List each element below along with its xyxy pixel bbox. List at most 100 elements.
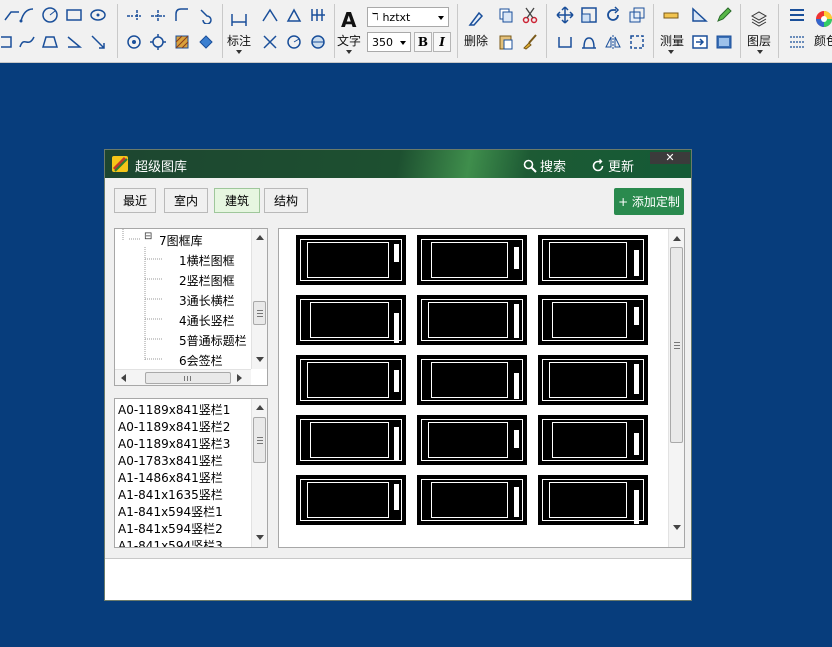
stretch-icon[interactable]: [555, 32, 575, 52]
break-icon[interactable]: [196, 5, 216, 25]
tab-interior[interactable]: 室内: [164, 188, 208, 213]
explode-icon[interactable]: [627, 32, 647, 52]
dialog-titlebar[interactable]: 超级图库 搜索 更新 ✕: [105, 150, 691, 178]
diameter-dim-icon[interactable]: [308, 32, 328, 52]
offset-icon[interactable]: [579, 32, 599, 52]
brush-icon[interactable]: [520, 32, 540, 52]
text-label[interactable]: 文字: [337, 32, 361, 49]
pencil-icon[interactable]: [714, 5, 734, 25]
list-item[interactable]: A1-841x1635竖栏: [118, 486, 223, 503]
angle-dim-icon[interactable]: [260, 5, 280, 25]
tree-item[interactable]: 5普通标题栏: [179, 332, 247, 349]
spline-icon[interactable]: [17, 32, 37, 52]
frame-thumbnail[interactable]: [417, 355, 527, 405]
diagonal-arrow-icon[interactable]: [88, 32, 108, 52]
dimension-icon[interactable]: [229, 9, 249, 29]
frame-thumbnail[interactable]: [417, 235, 527, 285]
frame-thumbnail[interactable]: [296, 415, 406, 465]
screen-icon[interactable]: [714, 32, 734, 52]
scroll-up-icon[interactable]: [256, 235, 264, 240]
rotate-icon[interactable]: [603, 5, 623, 25]
category-tree[interactable]: ⊟ 7图框库 1横栏图框 2竖栏图框 3通长横栏 4通长竖栏 5普通标题栏 6会…: [114, 228, 268, 386]
frame-thumbnail[interactable]: [538, 415, 648, 465]
scroll-down-icon[interactable]: [256, 535, 264, 540]
measure-label[interactable]: 测量: [660, 32, 684, 49]
triangle-dim-icon[interactable]: [284, 5, 304, 25]
frame-gallery[interactable]: [278, 228, 685, 548]
trapezoid-icon[interactable]: [40, 32, 60, 52]
circle-icon[interactable]: [40, 5, 60, 25]
list-item[interactable]: A1-841x594竖栏1: [118, 503, 223, 520]
scroll-down-icon[interactable]: [673, 525, 681, 530]
tree-item[interactable]: 2竖栏图框: [179, 272, 235, 289]
gallery-vscroll-thumb[interactable]: [670, 247, 683, 443]
arc-icon[interactable]: [17, 5, 37, 25]
frame-list[interactable]: A0-1189x841竖栏1 A0-1189x841竖栏2 A0-1189x84…: [114, 398, 268, 548]
frame-thumbnail[interactable]: [538, 295, 648, 345]
scroll-up-icon[interactable]: [673, 236, 681, 241]
list-vscrollbar[interactable]: [251, 399, 267, 547]
tree-item[interactable]: 6会签栏: [179, 352, 223, 369]
tree-item-frame-library[interactable]: 7图框库: [159, 232, 203, 249]
extend-icon[interactable]: [124, 5, 144, 25]
frame-thumbnail[interactable]: [538, 355, 648, 405]
list-item[interactable]: A0-1189x841竖栏3: [118, 435, 230, 452]
list-item[interactable]: A0-1783x841竖栏: [118, 452, 223, 469]
export-icon[interactable]: [690, 32, 710, 52]
scroll-up-icon[interactable]: [256, 405, 264, 410]
list-item[interactable]: A1-841x594竖栏2: [118, 520, 223, 537]
tree-expander-icon[interactable]: ⊟: [144, 231, 152, 242]
array-icon[interactable]: [627, 5, 647, 25]
tree-hscrollbar[interactable]: [115, 369, 251, 385]
trim-icon[interactable]: [148, 5, 168, 25]
tree-hscroll-thumb[interactable]: [145, 372, 231, 384]
list-item[interactable]: A1-1486x841竖栏: [118, 469, 223, 486]
tab-structure[interactable]: 结构: [264, 188, 308, 213]
frame-thumbnail[interactable]: [417, 415, 527, 465]
annotate-label[interactable]: 标注: [227, 32, 251, 49]
fill-bucket-icon[interactable]: [196, 32, 216, 52]
tree-item[interactable]: 4通长竖栏: [179, 312, 235, 329]
frame-thumbnail[interactable]: [538, 235, 648, 285]
tree-vscrollbar[interactable]: [251, 229, 267, 369]
scissors-icon[interactable]: [520, 5, 540, 25]
frame-thumbnail[interactable]: [296, 475, 406, 525]
frame-thumbnail[interactable]: [296, 235, 406, 285]
mirror-icon[interactable]: [603, 32, 623, 52]
cross-dim-icon[interactable]: [260, 32, 280, 52]
frame-thumbnail[interactable]: [417, 475, 527, 525]
update-button[interactable]: 更新: [591, 156, 634, 175]
tab-recent[interactable]: 最近: [114, 188, 156, 213]
bracket-icon[interactable]: [0, 32, 16, 52]
frame-thumbnail[interactable]: [296, 295, 406, 345]
add-custom-button[interactable]: + 添加定制: [614, 188, 684, 215]
font-name-select[interactable]: ℸ hztxt: [367, 7, 449, 27]
frame-thumbnail[interactable]: [296, 355, 406, 405]
gear-icon[interactable]: [148, 32, 168, 52]
fillet-icon[interactable]: [172, 5, 192, 25]
move-icon[interactable]: [555, 5, 575, 25]
radius-dim-icon[interactable]: [284, 32, 304, 52]
eraser-icon[interactable]: [466, 9, 486, 29]
slant-line-icon[interactable]: [64, 32, 84, 52]
color-label[interactable]: 颜色: [814, 32, 832, 49]
ellipse-icon[interactable]: [88, 5, 108, 25]
tree-item[interactable]: 1横栏图框: [179, 252, 235, 269]
list-item[interactable]: A1-841x594竖栏3: [118, 537, 223, 547]
tree-vscroll-thumb[interactable]: [253, 301, 266, 325]
frame-thumbnail[interactable]: [417, 295, 527, 345]
delete-label[interactable]: 删除: [464, 32, 488, 49]
layers-icon[interactable]: [749, 9, 769, 29]
gallery-vscrollbar[interactable]: [668, 229, 684, 547]
ruler-icon[interactable]: [661, 5, 681, 25]
rotate-copy-icon[interactable]: [124, 32, 144, 52]
line-type-icon[interactable]: [787, 32, 807, 52]
area-measure-icon[interactable]: [690, 5, 710, 25]
tab-architecture[interactable]: 建筑: [214, 188, 260, 213]
layer-label[interactable]: 图层: [747, 32, 771, 49]
scroll-down-icon[interactable]: [256, 357, 264, 362]
text-glyph-icon[interactable]: A: [341, 8, 356, 32]
list-item[interactable]: A0-1189x841竖栏2: [118, 418, 230, 435]
scroll-left-icon[interactable]: [121, 374, 126, 382]
color-wheel-icon[interactable]: [814, 9, 832, 29]
